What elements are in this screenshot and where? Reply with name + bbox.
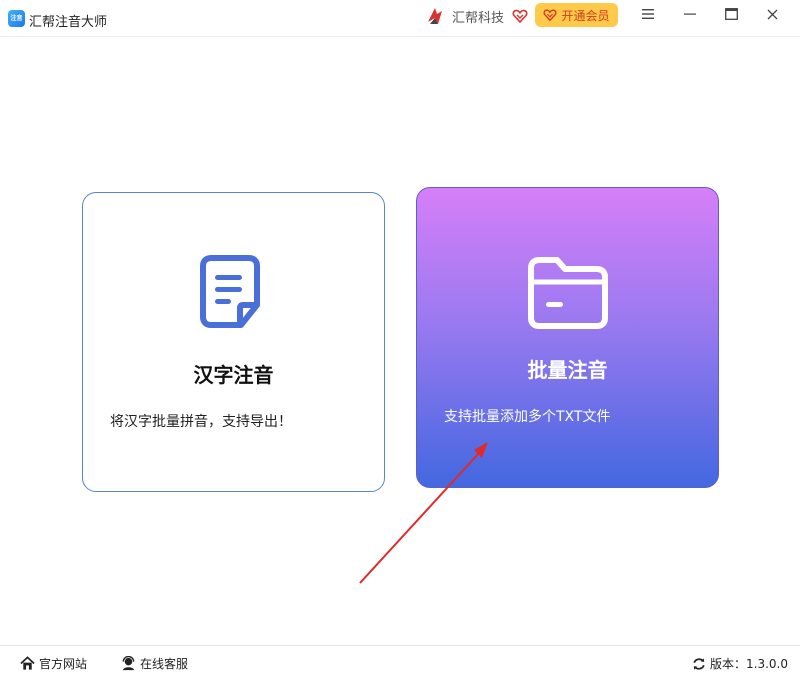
version-label: 版本： bbox=[710, 657, 747, 671]
document-icon bbox=[199, 255, 260, 328]
official-website-label: 官方网站 bbox=[39, 657, 88, 671]
refresh-icon[interactable] bbox=[692, 657, 706, 671]
menu-icon bbox=[642, 9, 654, 19]
maximize-icon bbox=[724, 8, 738, 20]
batch-annotation-card[interactable]: 批量注音 支持批量添加多个TXT文件 bbox=[416, 187, 719, 488]
minimize-icon bbox=[684, 13, 696, 15]
maximize-button[interactable] bbox=[719, 4, 743, 24]
card-description: 将汉字批量拼音，支持导出！ bbox=[110, 414, 292, 430]
title-bar: 注音 汇帮注音大师 汇帮科技 开通会员 bbox=[0, 0, 800, 37]
app-logo-icon: 注音 bbox=[8, 10, 25, 27]
official-website-link[interactable]: 官方网站 bbox=[20, 655, 87, 672]
card-description: 支持批量添加多个TXT文件 bbox=[444, 409, 611, 425]
support-agent-icon bbox=[122, 656, 135, 671]
vip-heart-icon bbox=[543, 9, 558, 22]
vip-button[interactable]: 开通会员 bbox=[535, 3, 618, 27]
brand-logo-icon bbox=[428, 8, 442, 24]
chinese-annotation-card[interactable]: 汉字注音 将汉字批量拼音，支持导出！ bbox=[82, 192, 385, 492]
minimize-button[interactable] bbox=[678, 4, 702, 24]
version-value: 1.3.0.0 bbox=[746, 656, 788, 671]
brand-name: 汇帮科技 bbox=[452, 10, 505, 26]
card-title: 汉字注音 bbox=[193, 363, 274, 387]
footer-bar: 官方网站 在线客服 版本： 1.3.0.0 bbox=[0, 645, 800, 675]
app-window: 注音 汇帮注音大师 汇帮科技 开通会员 汉字注音 将汉字批量拼音，支持导出！ 批… bbox=[0, 0, 800, 675]
app-title: 汇帮注音大师 bbox=[29, 15, 108, 30]
menu-button[interactable] bbox=[636, 4, 660, 24]
online-support-link[interactable]: 在线客服 bbox=[121, 655, 188, 672]
brand: 汇帮科技 bbox=[424, 4, 528, 28]
card-title: 批量注音 bbox=[527, 358, 608, 382]
heart-badge-icon[interactable] bbox=[512, 8, 528, 24]
vip-label: 开通会员 bbox=[561, 8, 610, 23]
close-icon bbox=[767, 9, 777, 19]
online-support-label: 在线客服 bbox=[140, 657, 189, 671]
close-button[interactable] bbox=[760, 4, 784, 24]
version-info: 版本： 1.3.0.0 bbox=[692, 655, 788, 672]
home-icon bbox=[20, 656, 35, 670]
folder-icon bbox=[527, 257, 608, 329]
